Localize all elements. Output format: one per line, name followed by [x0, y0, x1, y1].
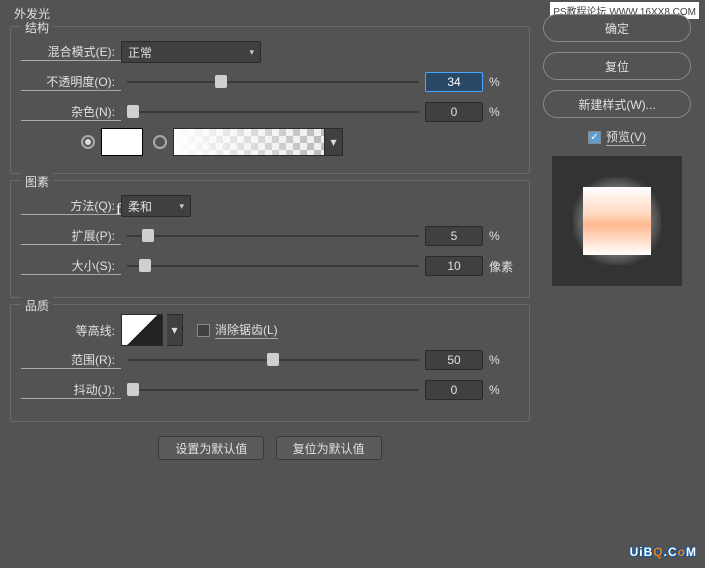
chevron-down-icon: ▾: [330, 135, 336, 149]
range-input[interactable]: 50: [425, 350, 483, 370]
opacity-label: 不透明度(O):: [21, 73, 121, 91]
opacity-slider[interactable]: [127, 71, 419, 93]
noise-input[interactable]: 0: [425, 102, 483, 122]
jitter-input[interactable]: 0: [425, 380, 483, 400]
method-select[interactable]: 柔和 ▾: [121, 195, 191, 217]
spread-input[interactable]: 5: [425, 226, 483, 246]
blend-mode-select[interactable]: 正常 ▾: [121, 41, 261, 63]
elements-group: 图素 方法(Q): 柔和 ▾ 扩展(P): 5 % 大小(S): 10 像素: [10, 180, 530, 298]
noise-slider[interactable]: [127, 101, 419, 123]
gradient-picker[interactable]: ▾: [173, 128, 343, 156]
antialias-checkbox[interactable]: [197, 324, 210, 337]
preview-thumbnail: [552, 156, 682, 286]
jitter-slider[interactable]: [127, 379, 419, 401]
panel-title: 外发光: [10, 5, 530, 26]
spread-unit: %: [483, 229, 519, 243]
quality-legend: 品质: [21, 297, 53, 314]
preview-label: 预览(V): [606, 128, 646, 146]
new-style-button[interactable]: 新建样式(W)...: [543, 90, 691, 118]
opacity-unit: %: [483, 75, 519, 89]
site-logo: UiBQ.CoM: [630, 539, 697, 562]
blend-mode-label: 混合模式(E):: [21, 43, 121, 61]
color-radio[interactable]: [81, 135, 95, 149]
spread-slider[interactable]: [127, 225, 419, 247]
contour-label: 等高线:: [21, 322, 121, 339]
range-label: 范围(R):: [21, 351, 121, 369]
size-label: 大小(S):: [21, 257, 121, 275]
noise-label: 杂色(N):: [21, 103, 121, 121]
chevron-down-icon: ▾: [171, 323, 177, 337]
contour-dropdown[interactable]: ▾: [167, 314, 183, 346]
structure-group: 结构 混合模式(E): 正常 ▾ 不透明度(O): 34 % 杂色(N): 0 …: [10, 26, 530, 174]
color-swatch[interactable]: [101, 128, 143, 156]
method-value: 柔和: [128, 198, 152, 215]
ok-button[interactable]: 确定: [543, 14, 691, 42]
size-slider[interactable]: [127, 255, 419, 277]
method-label: 方法(Q):: [21, 197, 121, 215]
size-unit: 像素: [483, 258, 519, 275]
opacity-input[interactable]: 34: [425, 72, 483, 92]
set-default-button[interactable]: 设置为默认值: [158, 436, 264, 460]
contour-picker[interactable]: [121, 314, 163, 346]
blend-mode-value: 正常: [128, 44, 152, 61]
preview-checkbox[interactable]: [588, 131, 601, 144]
size-input[interactable]: 10: [425, 256, 483, 276]
range-slider[interactable]: [127, 349, 419, 371]
range-unit: %: [483, 353, 519, 367]
structure-legend: 结构: [21, 19, 53, 36]
antialias-label: 消除锯齿(L): [215, 321, 278, 339]
spread-label: 扩展(P):: [21, 227, 121, 245]
noise-unit: %: [483, 105, 519, 119]
elements-legend: 图素: [21, 173, 53, 190]
gradient-radio[interactable]: [153, 135, 167, 149]
reset-default-button[interactable]: 复位为默认值: [276, 436, 382, 460]
chevron-down-icon: ▾: [249, 47, 254, 58]
quality-group: 品质 等高线: ▾ 消除锯齿(L) 范围(R): 50 % 抖动(J): 0 %: [10, 304, 530, 422]
chevron-down-icon: ▾: [179, 201, 184, 212]
jitter-unit: %: [483, 383, 519, 397]
jitter-label: 抖动(J):: [21, 381, 121, 399]
reset-button[interactable]: 复位: [543, 52, 691, 80]
